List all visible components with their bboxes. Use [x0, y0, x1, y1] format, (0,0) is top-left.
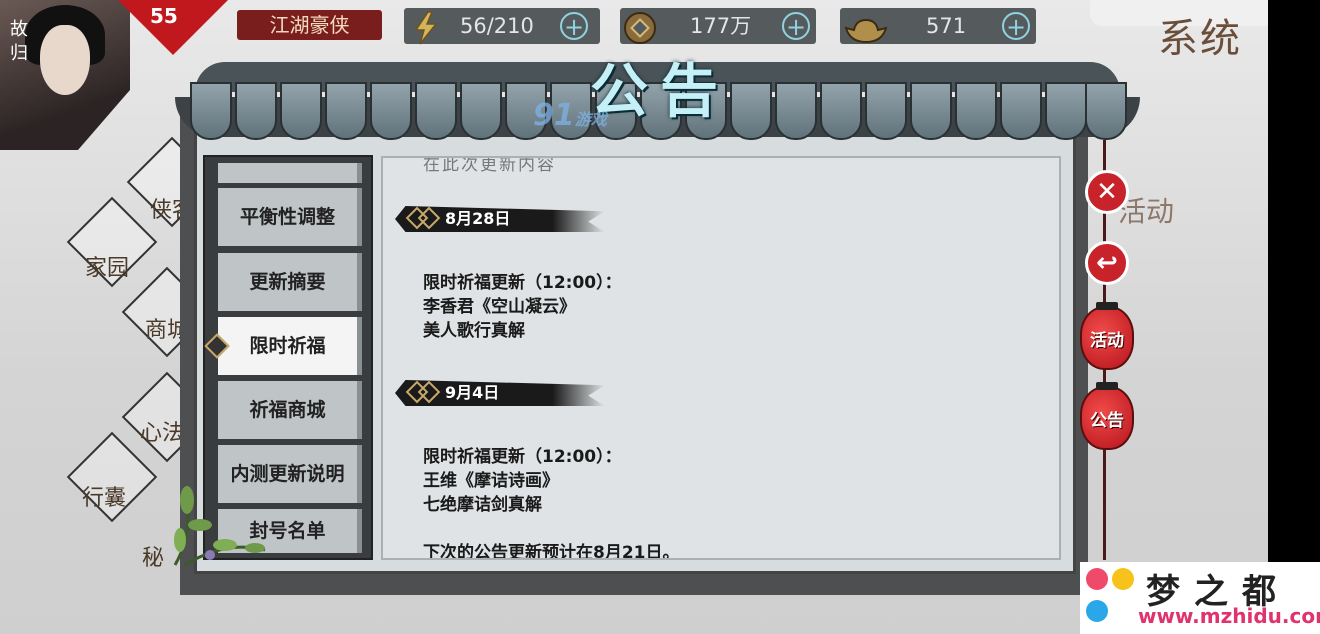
logo-url: www.mzhidu.com: [1138, 604, 1320, 628]
mzhidu-watermark: 梦之都 www.mzhidu.com: [1080, 562, 1320, 634]
menu-item-label: 限时祈福: [249, 335, 326, 357]
content-line: 限时祈福更新（12:00）：: [423, 273, 622, 293]
roof-tile: [235, 82, 277, 140]
plant-decoration: [173, 486, 266, 567]
content-footer: 下次的公告更新预计在8月21日。: [423, 543, 680, 560]
watermark-91: 91游戏: [533, 98, 607, 133]
announcement-content[interactable]: 在此次更新内容 8月28日 限时祈福更新（12:00）： 李香君《空山凝云》 美…: [381, 156, 1061, 560]
lantern-label: 活动: [1090, 331, 1124, 351]
date-tag: 8月28日: [395, 206, 605, 232]
menu-item-limited-prayer[interactable]: 限时祈福: [204, 317, 362, 375]
roof-tile: [910, 82, 952, 140]
content-line: 美人歌行真解: [423, 321, 525, 341]
avatar-face: [40, 25, 90, 95]
date-tag: 9月4日: [395, 380, 605, 406]
home-label[interactable]: 故归: [6, 18, 32, 66]
close-button[interactable]: ✕: [1085, 170, 1129, 214]
screen-edge-bar: [1268, 0, 1320, 634]
player-title: 江湖豪侠: [237, 10, 382, 40]
event-lantern-button[interactable]: 活动: [1080, 302, 1134, 370]
roof-tile: [415, 82, 457, 140]
roof-tile: [1085, 82, 1127, 140]
ingot-value: 571: [926, 14, 967, 38]
cutoff-text: 在此次更新内容: [423, 156, 556, 175]
notice-lantern-button[interactable]: 公告: [1080, 382, 1134, 450]
player-level: 55: [150, 4, 178, 28]
add-ingot-button[interactable]: +: [1002, 12, 1030, 40]
lantern-cap: [1096, 382, 1118, 390]
date-text: 9月4日: [445, 383, 500, 402]
map-node-label: 秘: [142, 546, 165, 571]
roof-tile: [865, 82, 907, 140]
energy-resource: 56/210 +: [404, 8, 600, 45]
add-coin-button[interactable]: +: [782, 12, 810, 40]
roof-tile: [325, 82, 367, 140]
roof-tile: [775, 82, 817, 140]
menu-item-update-summary[interactable]: 更新摘要: [218, 253, 362, 311]
roof-tile: [190, 82, 232, 140]
back-button[interactable]: ↩: [1085, 241, 1129, 285]
logo-dot: [1086, 568, 1108, 590]
roof-tile: [280, 82, 322, 140]
map-node-label: 行囊: [82, 486, 127, 511]
roof-tile: [820, 82, 862, 140]
roof-tile: [460, 82, 502, 140]
roof-tile: [1045, 82, 1087, 140]
ingot-resource: 571 +: [840, 8, 1036, 44]
menu-item-balance[interactable]: 平衡性调整: [218, 188, 362, 246]
lightning-icon: [414, 11, 438, 45]
roof-tile: [370, 82, 412, 140]
energy-value: 56/210: [460, 14, 534, 38]
roof-tile: [955, 82, 997, 140]
roof-tile: [1000, 82, 1042, 140]
content-line: 限时祈福更新（12:00）：: [423, 447, 622, 467]
selected-diamond-icon: [204, 333, 230, 359]
system-button[interactable]: 系统: [1158, 6, 1242, 64]
content-line: 李香君《空山凝云》: [423, 297, 576, 317]
date-text: 8月28日: [445, 209, 511, 228]
menu-item-cutoff[interactable]: [218, 163, 362, 183]
lantern-cap: [1096, 302, 1118, 310]
map-node-label: 心法: [140, 421, 185, 446]
add-energy-button[interactable]: +: [560, 12, 588, 40]
coin-icon: [624, 12, 656, 44]
coin-value: 177万: [690, 14, 752, 38]
content-line: 王维《摩诘诗画》: [423, 471, 559, 491]
map-node-label: 家园: [85, 256, 130, 281]
coin-resource: 177万 +: [620, 8, 816, 44]
content-line: 七绝摩诘剑真解: [423, 495, 542, 515]
logo-dot: [1086, 600, 1108, 622]
lantern-label: 公告: [1090, 411, 1124, 431]
logo-dot: [1112, 568, 1134, 590]
menu-item-prayer-shop[interactable]: 祈福商城: [218, 381, 362, 439]
